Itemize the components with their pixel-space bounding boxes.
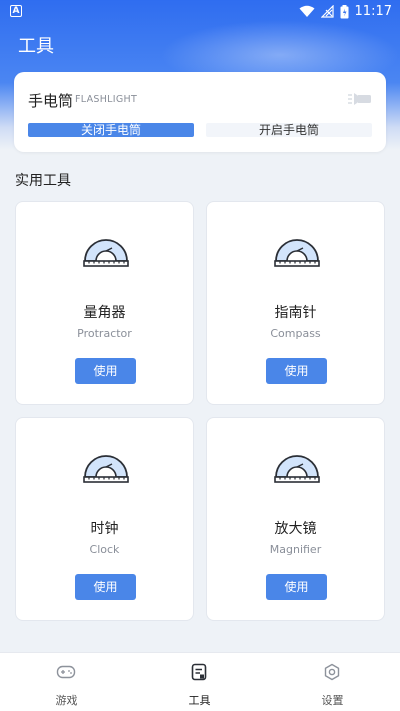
tool-card-protractor[interactable]: 量角器 Protractor 使用	[15, 201, 194, 405]
tool-card-magnifier[interactable]: 放大镜 Magnifier 使用	[206, 417, 385, 621]
use-button-magnifier[interactable]: 使用	[266, 574, 327, 600]
tool-en-name: Protractor	[77, 327, 132, 340]
notification-icon: A	[10, 5, 22, 17]
tool-name: 量角器	[83, 305, 126, 321]
nav-label: 设置	[321, 694, 344, 707]
flashlight-subtitle: FLASHLIGHT	[75, 94, 138, 105]
protractor-icon	[274, 455, 320, 483]
tool-en-name: Compass	[270, 327, 321, 340]
nav-item-tools[interactable]: 工具	[133, 653, 266, 711]
bottom-nav: 游戏 工具 设置	[0, 652, 400, 711]
flashlight-on-button[interactable]: 开启手电筒	[206, 123, 372, 137]
flashlight-card: 手电筒 FLASHLIGHT 关闭手电筒 开启手电筒	[14, 72, 386, 152]
status-bar: A 11:17	[0, 0, 400, 24]
tool-name: 指南针	[274, 305, 317, 321]
protractor-icon	[83, 239, 129, 267]
tools-icon	[191, 663, 207, 681]
tool-card-compass[interactable]: 指南针 Compass 使用	[206, 201, 385, 405]
page-title: 工具	[18, 36, 54, 57]
tool-name: 时钟	[90, 521, 119, 537]
tool-en-name: Magnifier	[269, 543, 322, 556]
tool-card-clock[interactable]: 时钟 Clock 使用	[15, 417, 194, 621]
signal-icon	[320, 5, 334, 18]
nav-label: 工具	[188, 694, 211, 707]
wifi-icon	[299, 5, 315, 17]
battery-icon	[340, 4, 349, 18]
tool-en-name: Clock	[89, 543, 120, 556]
nav-item-settings[interactable]: 设置	[266, 653, 399, 711]
protractor-icon	[83, 455, 129, 483]
nav-item-games[interactable]: 游戏	[0, 653, 133, 711]
use-button-clock[interactable]: 使用	[75, 574, 136, 600]
tool-name: 放大镜	[274, 521, 317, 537]
flashlight-off-button[interactable]: 关闭手电筒	[28, 123, 194, 137]
nav-label: 游戏	[55, 694, 78, 707]
status-time: 11:17	[354, 4, 392, 19]
flashlight-title: 手电筒	[28, 92, 74, 110]
protractor-icon	[274, 239, 320, 267]
use-button-compass[interactable]: 使用	[266, 358, 327, 384]
gamepad-icon	[56, 665, 76, 679]
section-title: 实用工具	[15, 173, 71, 189]
status-icons: 11:17	[299, 4, 392, 19]
settings-icon	[324, 663, 340, 681]
use-button-protractor[interactable]: 使用	[75, 358, 136, 384]
flashlight-icon	[348, 93, 371, 105]
